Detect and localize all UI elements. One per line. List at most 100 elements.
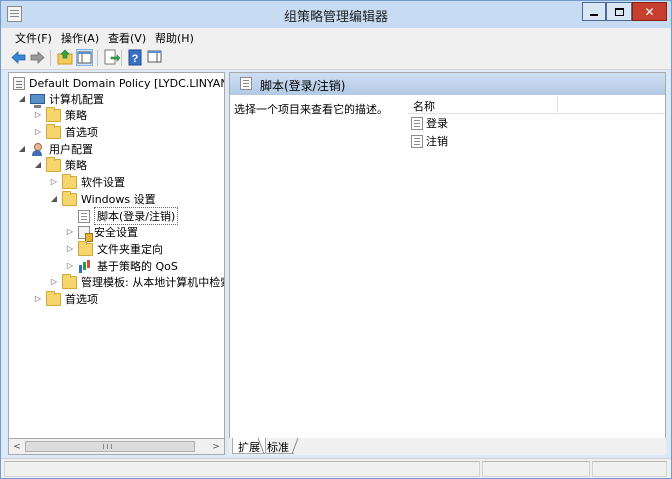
help-icon[interactable]: ? <box>127 49 144 66</box>
expand-arrow-icon[interactable]: ▷ <box>49 277 59 287</box>
tree-item-uc-policies[interactable]: ◢ 策略 <box>33 156 87 173</box>
folder-icon <box>46 106 61 122</box>
maximize-button[interactable] <box>606 2 632 21</box>
tree-item-label: 基于策略的 QoS <box>97 260 178 273</box>
column-header-empty[interactable] <box>558 96 665 114</box>
tree-item-label: 脚本(登录/注销) <box>94 207 179 225</box>
forward-icon[interactable] <box>29 49 46 66</box>
expand-arrow-icon[interactable]: ▷ <box>65 261 75 271</box>
tree-item-label: 首选项 <box>65 126 98 139</box>
back-icon[interactable] <box>10 49 27 66</box>
expand-arrow-icon[interactable]: ▷ <box>49 177 59 187</box>
folder-icon <box>62 273 77 289</box>
expand-arrow-icon[interactable]: ▷ <box>33 294 43 304</box>
tree-item-windows-settings[interactable]: ◢ Windows 设置 <box>49 190 156 207</box>
details-title: 脚本(登录/注销) <box>260 79 346 93</box>
expand-arrow-icon[interactable]: ▷ <box>65 244 75 254</box>
expand-arrow-icon[interactable]: ▷ <box>33 110 43 120</box>
scroll-thumb[interactable] <box>25 441 195 452</box>
details-header: 脚本(登录/注销) <box>230 73 665 95</box>
tree-item-label: Windows 设置 <box>81 193 156 206</box>
computer-icon <box>30 94 45 108</box>
tree-item-computer-config[interactable]: ◢ 计算机配置 <box>17 91 104 108</box>
tree-item-software-settings[interactable]: ▷ 软件设置 <box>49 173 125 190</box>
collapse-arrow-icon[interactable]: ◢ <box>17 94 27 104</box>
description-text: 选择一个项目来查看它的描述。 <box>234 103 388 116</box>
status-segment <box>482 461 590 477</box>
menu-file[interactable]: 文件(F) <box>15 30 52 46</box>
bar-chart-icon <box>78 260 93 273</box>
script-icon <box>411 134 423 148</box>
status-segment <box>592 461 667 477</box>
toolbar-separator <box>50 50 51 66</box>
close-icon: ✕ <box>644 4 655 19</box>
tree-item-label: 管理模板: 从本地计算机中检索的 <box>81 276 224 289</box>
menu-action[interactable]: 操作(A) <box>61 30 99 46</box>
collapse-arrow-icon[interactable]: ◢ <box>17 144 27 154</box>
minimize-button[interactable] <box>582 2 606 21</box>
folder-icon <box>46 123 61 139</box>
svg-text:?: ? <box>132 53 139 65</box>
list-item-logon[interactable]: 登录 <box>411 115 448 131</box>
list-column-headers: 名称 <box>408 96 665 114</box>
tree-item-label: 首选项 <box>65 293 98 306</box>
status-segment <box>4 461 480 477</box>
collapse-arrow-icon[interactable]: ◢ <box>49 194 59 204</box>
expand-arrow-icon[interactable]: ▷ <box>33 127 43 137</box>
details-pane: 脚本(登录/注销) 选择一个项目来查看它的描述。 名称 登录 注销 <box>229 72 666 455</box>
folder-icon <box>62 173 77 189</box>
menu-help[interactable]: 帮助(H) <box>155 30 194 46</box>
folder-icon <box>46 290 61 306</box>
scroll-right-arrow-icon[interactable]: > <box>210 441 222 453</box>
tree-item-user-config[interactable]: ◢ 用户配置 <box>17 141 93 157</box>
list-item-logoff[interactable]: 注销 <box>411 133 448 149</box>
script-icon <box>411 116 423 130</box>
close-button[interactable]: ✕ <box>632 2 667 21</box>
console-tree[interactable]: Default Domain Policy [LYDC.LINYANGR ◢ 计… <box>8 72 225 455</box>
scroll-left-arrow-icon[interactable]: < <box>11 441 23 453</box>
toolbar: ? <box>1 46 671 70</box>
folder-icon <box>78 240 93 256</box>
view-tabs: 扩展 标准 <box>229 438 666 455</box>
export-list-icon[interactable] <box>103 49 121 66</box>
tree-item-label: Default Domain Policy [LYDC.LINYANGR <box>29 76 225 90</box>
minimize-icon <box>590 13 598 16</box>
tree-item-root[interactable]: Default Domain Policy [LYDC.LINYANGR <box>13 75 225 91</box>
tree-item-policy-qos[interactable]: ▷ 基于策略的 QoS <box>65 258 178 274</box>
folder-icon <box>46 156 61 172</box>
tab-divider-icon <box>291 438 299 454</box>
list-item-label: 注销 <box>426 135 448 148</box>
tree-item-label: 软件设置 <box>81 176 125 189</box>
expand-arrow-icon[interactable]: ▷ <box>65 227 75 237</box>
title-bar[interactable]: 组策略管理编辑器 ✕ <box>1 1 671 28</box>
tree-item-scripts[interactable]: 脚本(登录/注销) <box>65 207 179 225</box>
tree-horizontal-scrollbar[interactable]: < > <box>8 438 225 455</box>
tree-item-uc-preferences[interactable]: ▷ 首选项 <box>33 290 98 307</box>
menu-bar: 文件(F) 操作(A) 查看(V) 帮助(H) <box>1 28 671 46</box>
collapse-arrow-icon[interactable]: ◢ <box>33 160 43 170</box>
up-folder-icon[interactable] <box>57 49 74 66</box>
tree-item-cc-preferences[interactable]: ▷ 首选项 <box>33 123 98 140</box>
menu-view[interactable]: 查看(V) <box>108 30 146 46</box>
toolbar-separator <box>97 50 98 66</box>
tree-item-label: 用户配置 <box>49 143 93 156</box>
user-icon <box>30 142 45 156</box>
tree-item-label: 策略 <box>65 109 87 122</box>
tree-item-security-settings[interactable]: ▷ 安全设置 <box>65 224 138 242</box>
list-item-label: 登录 <box>426 117 448 130</box>
tab-standard[interactable]: 标准 <box>262 438 294 454</box>
column-header-name[interactable]: 名称 <box>408 96 558 114</box>
tree-item-cc-policies[interactable]: ▷ 策略 <box>33 106 87 123</box>
folder-icon <box>62 190 77 206</box>
script-icon <box>240 77 252 90</box>
tree-item-folder-redirection[interactable]: ▷ 文件夹重定向 <box>65 240 163 257</box>
tree-item-label: 安全设置 <box>94 226 138 239</box>
maximize-icon <box>614 7 624 16</box>
tree-item-admin-templates[interactable]: ▷ 管理模板: 从本地计算机中检索的 <box>49 273 224 290</box>
show-hide-pane-icon[interactable] <box>147 49 164 66</box>
tree-item-label: 文件夹重定向 <box>97 243 163 256</box>
status-bar <box>1 458 671 478</box>
show-hide-tree-icon[interactable] <box>76 49 93 66</box>
script-icon <box>78 209 90 223</box>
